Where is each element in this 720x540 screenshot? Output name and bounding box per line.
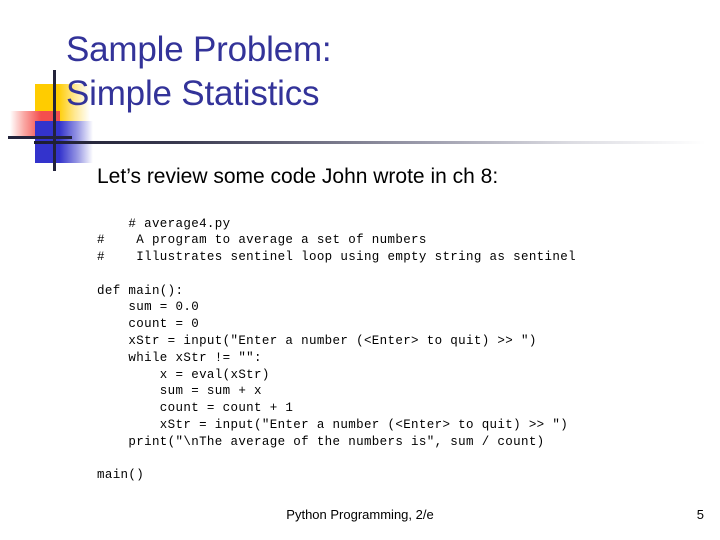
crosshair-horizontal-icon <box>8 136 72 139</box>
title-divider <box>34 141 706 144</box>
footer-page-number: 5 <box>696 507 704 522</box>
slide-subtitle: Let’s review some code John wrote in ch … <box>97 165 499 188</box>
slide-title: Sample Problem: Simple Statistics <box>66 30 332 113</box>
footer-label: Python Programming, 2/e <box>286 507 434 522</box>
slide-canvas: Sample Problem: Simple Statistics Let’s … <box>0 0 720 540</box>
red-square-icon <box>10 111 60 139</box>
crosshair-vertical-icon <box>53 70 56 171</box>
code-block: # average4.py # A program to average a s… <box>97 216 576 483</box>
